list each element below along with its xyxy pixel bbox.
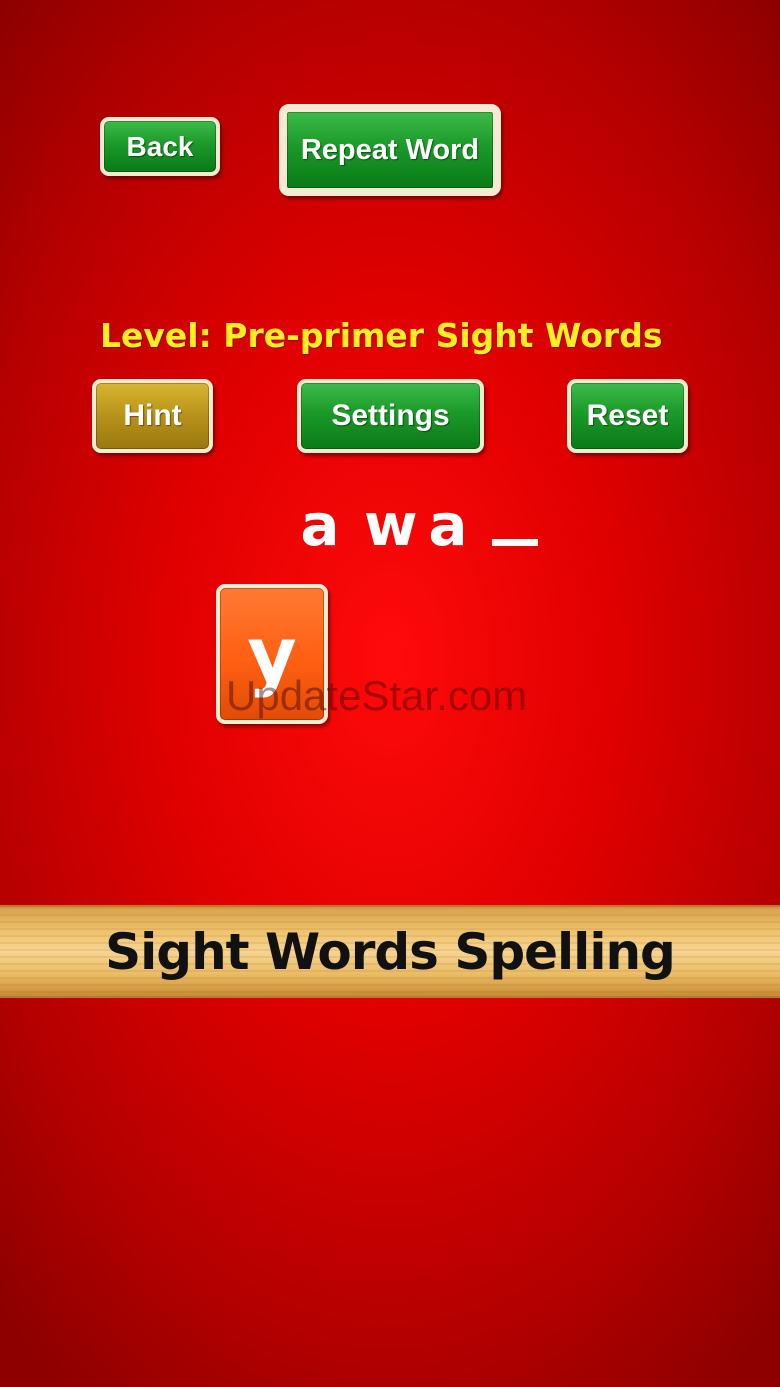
word-blank-slot[interactable] — [492, 539, 538, 546]
reset-button-label: Reset — [586, 399, 669, 432]
word-letter: w — [364, 491, 418, 559]
back-button[interactable]: Back — [100, 117, 220, 176]
word-display: a w a — [300, 480, 538, 560]
back-button-label: Back — [126, 130, 194, 162]
repeat-word-button[interactable]: Repeat Word — [279, 104, 501, 196]
level-label: Level: Pre-primer Sight Words — [100, 316, 663, 355]
reset-button[interactable]: Reset — [567, 379, 688, 453]
repeat-word-button-label: Repeat Word — [300, 133, 480, 166]
title-banner: Sight Words Spelling — [0, 905, 780, 998]
word-letter: a — [300, 491, 340, 559]
app-title: Sight Words Spelling — [105, 922, 676, 981]
word-letter: a — [428, 491, 468, 559]
letter-tile-label: y — [247, 609, 297, 699]
hint-button[interactable]: Hint — [92, 379, 213, 453]
hint-button-label: Hint — [123, 399, 182, 432]
settings-button[interactable]: Settings — [297, 379, 484, 453]
letter-tile[interactable]: y — [216, 584, 328, 724]
settings-button-label: Settings — [331, 399, 450, 432]
